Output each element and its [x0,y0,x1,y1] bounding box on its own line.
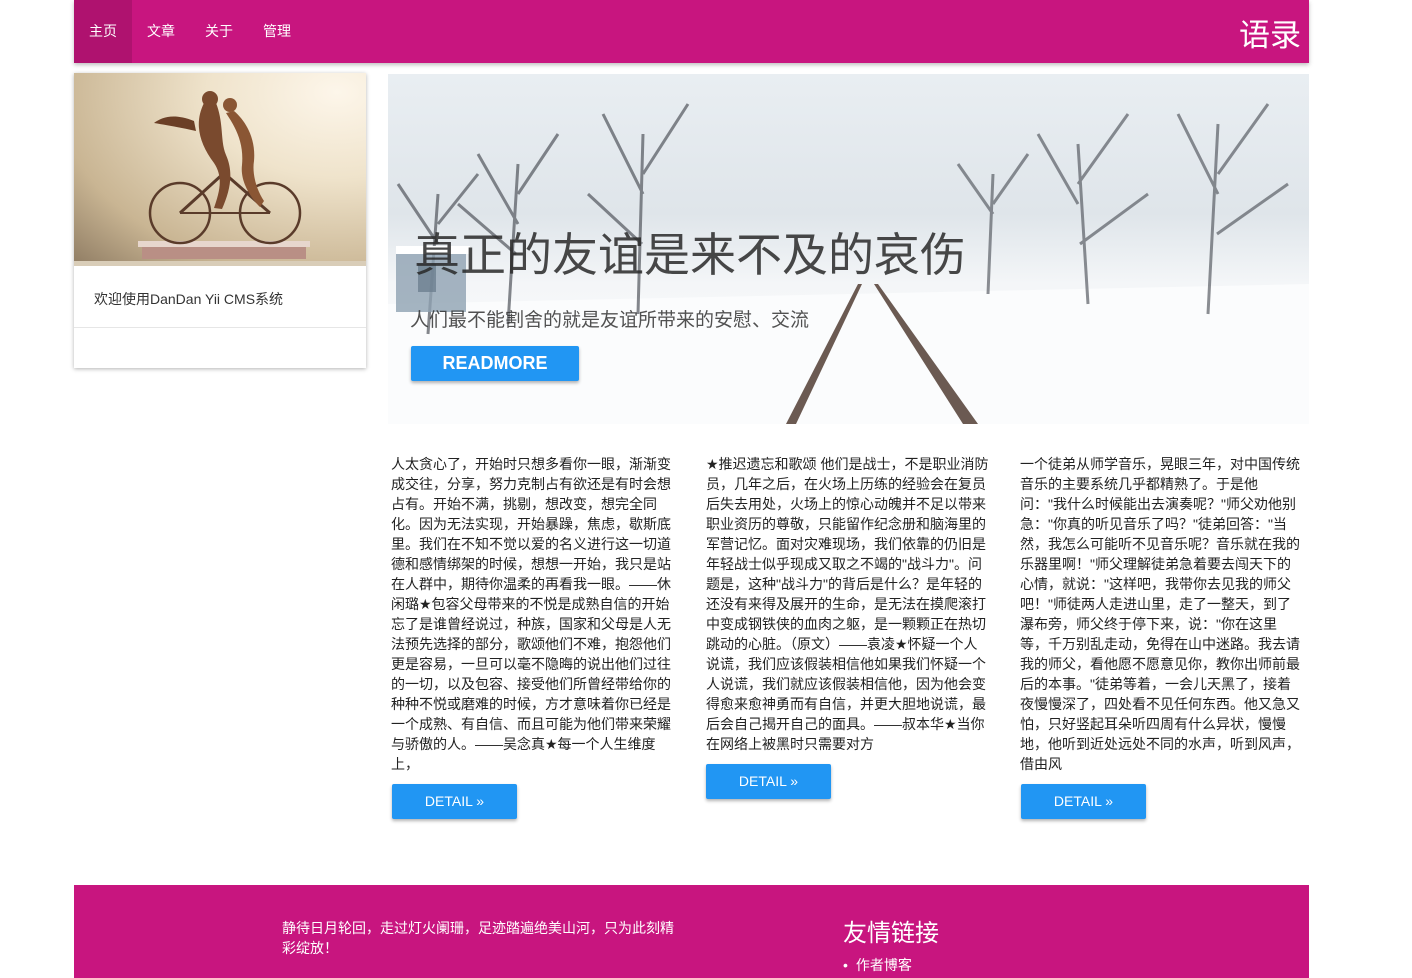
article-excerpt: 一个徒弟从师学音乐，晃眼三年，对中国传统音乐的主要系统几乎都精熟了。于是他问："… [1020,456,1300,772]
readmore-button[interactable]: READMORE [411,346,579,381]
card-divider [74,327,366,328]
article-column-1: 人太贪心了，开始时只想多看你一眼，渐渐变成交往，分享，努力克制占有欲还是有时会想… [391,454,675,774]
friend-link-author-blog[interactable]: • 作者博客 [843,955,912,975]
friend-links-heading: 友情链接 [843,919,939,947]
nav-item-articles[interactable]: 文章 [132,0,190,63]
nav-item-about[interactable]: 关于 [190,0,248,63]
site-brand[interactable]: 语录 [1239,10,1301,55]
nav-item-home[interactable]: 主页 [74,0,132,63]
detail-button-1[interactable]: DETAIL » [392,784,517,819]
friend-link-label: 作者博客 [855,957,912,973]
article-excerpt: 人太贪心了，开始时只想多看你一眼，渐渐变成交往，分享，努力克制占有欲还是有时会想… [391,456,671,772]
bullet-icon: • [843,957,848,973]
site-footer: 静待日月轮回，走过灯火阑珊，足迹踏遍绝美山河，只为此刻精彩绽放！ 友情链接 • 作… [74,885,1309,978]
detail-button-3[interactable]: DETAIL » [1021,784,1146,819]
profile-card: 欢迎使用DanDan Yii CMS系统 [74,73,366,368]
bicycle-sculpture-image [74,73,366,266]
welcome-text: 欢迎使用DanDan Yii CMS系统 [94,291,284,307]
footer-quote: 静待日月轮回，走过灯火阑珊，足迹踏遍绝美山河，只为此刻精彩绽放！ [282,920,674,956]
top-navbar: 主页 文章 关于 管理 语录 [74,0,1309,63]
article-excerpt: ★推迟遗忘和歌颂 他们是战士，不是职业消防员，几年之后，在火场上历练的经验会在复… [706,456,989,752]
hero-title: 真正的友谊是来不及的哀伤 [414,228,966,282]
nav-item-admin[interactable]: 管理 [248,0,306,63]
hero-banner: 真正的友谊是来不及的哀伤 人们最不能割舍的就是友谊所带来的安慰、交流 READM… [388,74,1309,424]
hero-subtitle: 人们最不能割舍的就是友谊所带来的安慰、交流 [410,310,810,331]
article-column-2: ★推迟遗忘和歌颂 他们是战士，不是职业消防员，几年之后，在火场上历练的经验会在复… [706,454,990,754]
detail-button-2[interactable]: DETAIL » [706,764,831,799]
main-nav: 主页 文章 关于 管理 [74,0,306,63]
article-column-3: 一个徒弟从师学音乐，晃眼三年，对中国传统音乐的主要系统几乎都精熟了。于是他问："… [1020,454,1304,774]
